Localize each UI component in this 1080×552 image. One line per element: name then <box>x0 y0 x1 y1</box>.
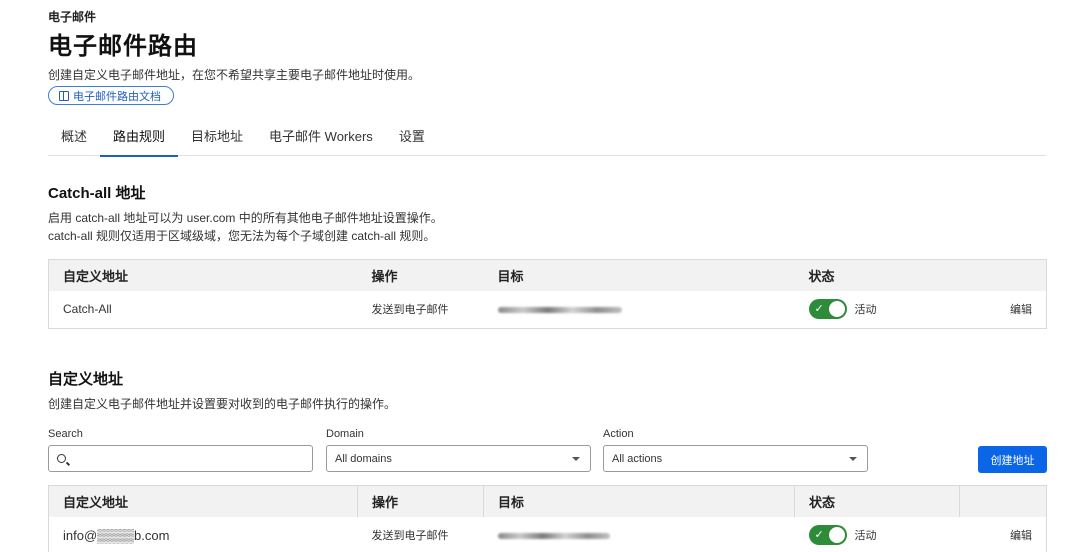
column-header: 自定义地址 <box>48 259 358 291</box>
action-cell: 发送到电子邮件 <box>371 304 449 317</box>
custom-addresses-desc: 创建自定义电子邮件地址并设置要对收到的电子邮件执行的操作。 <box>48 397 397 411</box>
edit-link[interactable]: 编辑 <box>960 517 1047 552</box>
toggle-knob <box>828 527 845 544</box>
toggle-knob <box>828 301 845 318</box>
page-description: 创建自定义电子邮件地址，在您不希望共享主要电子邮件地址时使用。 <box>48 68 421 82</box>
search-label: Search <box>48 428 83 440</box>
column-header: 状态 <box>794 485 960 517</box>
action-select[interactable]: All actions <box>603 445 868 472</box>
check-icon: ✓ <box>814 529 824 542</box>
column-header: 目标 <box>483 485 795 517</box>
docs-link[interactable]: 电子邮件路由文档 <box>48 86 174 105</box>
status-label: 活动 <box>854 530 877 543</box>
column-header: 状态 <box>794 259 957 291</box>
column-header-empty <box>959 485 1047 517</box>
tab-destination-addresses[interactable]: 目标地址 <box>178 124 256 156</box>
table-row: Catch-All 发送到电子邮件 ✓ 活动 编辑 <box>49 291 1047 329</box>
custom-addresses-title: 自定义地址 <box>48 371 124 388</box>
action-select-value: All actions <box>612 452 663 465</box>
catch-all-desc-1: 启用 catch-all 地址可以为 user.com 中的所有其他电子邮件地址… <box>48 211 443 225</box>
catch-all-table: 自定义地址 操作 目标 状态 Catch-All 发送到电子邮件 ✓ 活动 编辑 <box>48 259 1047 329</box>
domain-label: Domain <box>326 428 364 440</box>
domain-select-value: All domains <box>335 452 392 465</box>
table-row: info@▒▒▒▒b.com 发送到电子邮件 ✓ 活动 编辑 <box>49 517 1047 552</box>
destination-cell <box>484 517 795 552</box>
address-cell: info@▒▒▒▒b.com <box>63 527 170 543</box>
search-input[interactable] <box>48 445 313 472</box>
column-header: 目标 <box>483 259 795 291</box>
tab-routing-rules[interactable]: 路由规则 <box>100 124 179 157</box>
column-header-empty <box>956 259 1047 291</box>
destination-cell <box>484 291 795 329</box>
chevron-down-icon <box>849 457 857 461</box>
status-cell: ✓ 活动 <box>795 291 957 329</box>
custom-addresses-table: 自定义地址 操作 目标 状态 info@▒▒▒▒b.com 发送到电子邮件 ✓ 活… <box>48 485 1047 552</box>
catch-all-title: Catch-all 地址 <box>48 185 146 202</box>
action-cell: 发送到电子邮件 <box>371 530 449 543</box>
domain-select[interactable]: All domains <box>326 445 591 472</box>
status-toggle[interactable]: ✓ <box>808 299 847 320</box>
book-icon <box>59 90 69 101</box>
column-header: 操作 <box>357 259 484 291</box>
status-toggle[interactable]: ✓ <box>808 525 847 546</box>
address-cell: Catch-All <box>63 302 112 317</box>
search-icon <box>57 454 66 463</box>
redacted-email <box>497 307 622 314</box>
breadcrumb[interactable]: 电子邮件 <box>48 8 96 25</box>
column-header: 自定义地址 <box>48 485 358 517</box>
tab-overview[interactable]: 概述 <box>48 124 100 156</box>
tab-email-workers[interactable]: 电子邮件 Workers <box>256 124 386 156</box>
catch-all-desc-2: catch-all 规则仅适用于区域级域，您无法为每个子域创建 catch-al… <box>48 229 436 243</box>
chevron-down-icon <box>572 457 580 461</box>
status-label: 活动 <box>854 304 877 317</box>
redacted-email <box>497 533 610 540</box>
docs-link-label: 电子邮件路由文档 <box>73 90 161 103</box>
page-title: 电子邮件路由 <box>48 33 198 60</box>
edit-link[interactable]: 编辑 <box>957 291 1047 329</box>
tab-settings[interactable]: 设置 <box>386 124 438 156</box>
action-label: Action <box>603 428 634 440</box>
tab-bar: 概述 路由规则 目标地址 电子邮件 Workers 设置 <box>48 124 1046 157</box>
status-cell: ✓ 活动 <box>795 517 960 552</box>
check-icon: ✓ <box>814 303 824 316</box>
column-header: 操作 <box>357 485 484 517</box>
create-address-button[interactable]: 创建地址 <box>978 446 1047 473</box>
